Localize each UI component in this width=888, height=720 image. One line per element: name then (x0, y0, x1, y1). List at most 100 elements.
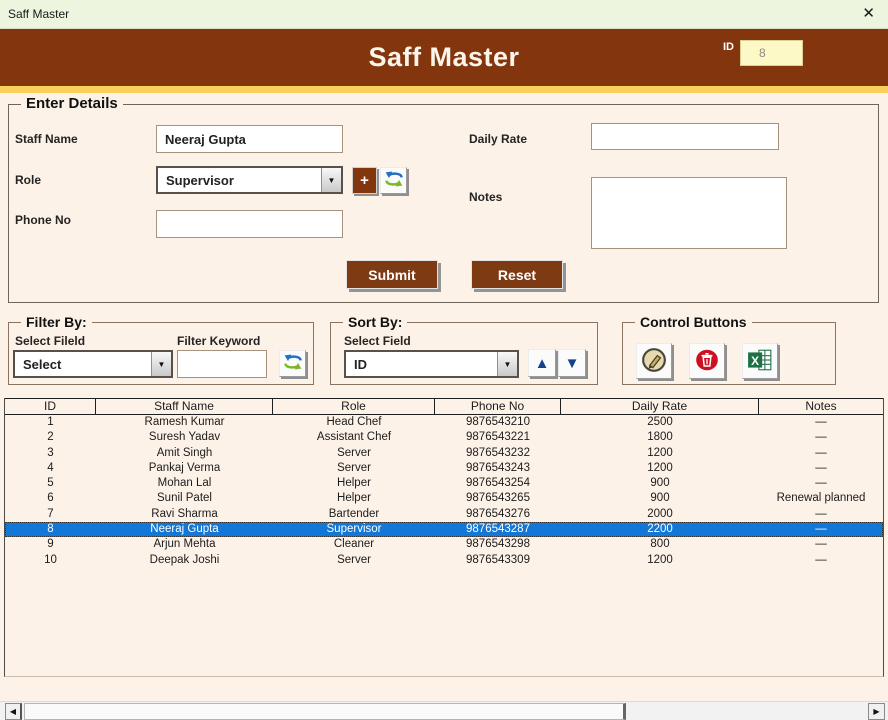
filter-by-legend: Filter By: (21, 314, 92, 330)
table-cell: 9876543243 (435, 461, 561, 476)
table-cell: 1200 (561, 461, 759, 476)
table-cell: 2200 (561, 522, 759, 537)
title-bar: Saff Master ✕ (0, 0, 888, 29)
filter-field-value: Select (15, 352, 151, 376)
column-header: Role (273, 399, 435, 414)
table-cell: 8 (5, 522, 96, 537)
table-cell: Bartender (273, 507, 435, 522)
table-cell: Ravi Sharma (96, 507, 273, 522)
table-cell: 9876543309 (435, 553, 561, 568)
phone-input[interactable] (156, 210, 343, 238)
sync-icon (384, 169, 404, 192)
table-cell: 9876543265 (435, 491, 561, 506)
table-cell: 9876543276 (435, 507, 561, 522)
edit-button[interactable] (636, 343, 672, 379)
table-cell: 9876543287 (435, 522, 561, 537)
delete-button[interactable] (689, 343, 725, 379)
table-cell: 4 (5, 461, 96, 476)
role-label: Role (15, 173, 41, 187)
table-cell: 1800 (561, 430, 759, 445)
phone-label: Phone No (15, 213, 71, 227)
table-cell: 9 (5, 537, 96, 552)
table-row[interactable]: 6Sunil PatelHelper9876543265900Renewal p… (5, 491, 883, 506)
sync-icon (283, 352, 303, 375)
role-selected-value: Supervisor (158, 168, 321, 192)
column-header: Phone No (435, 399, 561, 414)
scroll-right-icon: ▶ (873, 707, 879, 716)
table-cell: 1 (5, 415, 96, 430)
sort-field-label: Select Field (344, 334, 411, 348)
table-cell: Sunil Patel (96, 491, 273, 506)
notes-field[interactable] (591, 177, 787, 249)
column-header: Daily Rate (561, 399, 759, 414)
window-title: Saff Master (8, 7, 69, 21)
scroll-left-icon: ◀ (10, 707, 16, 716)
table-row[interactable]: 2Suresh YadavAssistant Chef9876543221180… (5, 430, 883, 445)
column-header: ID (5, 399, 96, 414)
table-row[interactable]: 4Pankaj VermaServer98765432431200— (5, 461, 883, 476)
table-cell: 1200 (561, 553, 759, 568)
scroll-left-button[interactable]: ◀ (5, 703, 22, 720)
sort-field-select[interactable]: ID ▼ (344, 350, 519, 378)
control-buttons-legend: Control Buttons (635, 314, 752, 330)
table-cell: Assistant Chef (273, 430, 435, 445)
id-label: ID (723, 41, 734, 53)
submit-button[interactable]: Submit (346, 260, 438, 289)
table-cell: Mohan Lal (96, 476, 273, 491)
id-field[interactable] (740, 40, 803, 66)
table-cell: Cleaner (273, 537, 435, 552)
chevron-down-icon[interactable]: ▼ (497, 352, 517, 376)
daily-rate-input[interactable] (591, 123, 779, 150)
table-row[interactable]: 8Neeraj GuptaSupervisor98765432872200— (5, 522, 883, 537)
column-header: Notes (759, 399, 883, 414)
table-row[interactable]: 10Deepak JoshiServer98765433091200— (5, 553, 883, 568)
table-row[interactable]: 5Mohan LalHelper9876543254900— (5, 476, 883, 491)
filter-field-select[interactable]: Select ▼ (13, 350, 173, 378)
close-icon[interactable]: ✕ (862, 5, 875, 23)
apply-filter-button[interactable] (279, 350, 306, 377)
table-cell: 900 (561, 491, 759, 506)
table-cell: Renewal planned (759, 491, 883, 506)
pencil-icon (641, 347, 667, 376)
add-role-button[interactable]: + (352, 167, 377, 194)
sort-descending-button[interactable]: ▼ (558, 349, 586, 377)
refresh-roles-button[interactable] (380, 167, 407, 194)
table-cell: 9876543210 (435, 415, 561, 430)
table-cell: — (759, 461, 883, 476)
table-cell: — (759, 430, 883, 445)
table-cell: 2 (5, 430, 96, 445)
table-cell: — (759, 537, 883, 552)
table-cell: Supervisor (273, 522, 435, 537)
table-row[interactable]: 9Arjun MehtaCleaner9876543298800— (5, 537, 883, 552)
table-cell: 9876543232 (435, 446, 561, 461)
sort-ascending-button[interactable]: ▲ (528, 349, 556, 377)
table-row[interactable]: 3Amit SinghServer98765432321200— (5, 446, 883, 461)
table-cell: — (759, 446, 883, 461)
staff-name-input[interactable] (156, 125, 343, 153)
horizontal-scrollbar[interactable]: ◀ ▶ (0, 701, 888, 720)
scroll-right-button[interactable]: ▶ (868, 703, 885, 720)
chevron-down-icon[interactable]: ▼ (151, 352, 171, 376)
column-header: Staff Name (96, 399, 273, 414)
daily-rate-label: Daily Rate (469, 132, 527, 146)
staff-name-label: Staff Name (15, 132, 78, 146)
filter-by-group: Filter By: Select Fileld Filter Keyword … (8, 322, 314, 385)
table-cell: — (759, 476, 883, 491)
enter-details-group: Enter Details Staff Name Role Supervisor… (8, 104, 879, 303)
table-cell: Neeraj Gupta (96, 522, 273, 537)
table-row[interactable]: 1Ramesh KumarHead Chef98765432102500— (5, 415, 883, 430)
export-excel-button[interactable]: X (742, 343, 778, 379)
scrollbar-thumb[interactable] (24, 703, 626, 720)
table-cell: 5 (5, 476, 96, 491)
role-select[interactable]: Supervisor ▼ (156, 166, 343, 194)
table-cell: 6 (5, 491, 96, 506)
table-header: IDStaff NameRolePhone NoDaily RateNotes (5, 398, 883, 415)
filter-keyword-input[interactable] (177, 350, 267, 378)
table-row[interactable]: 7Ravi SharmaBartender98765432762000— (5, 507, 883, 522)
table-cell: 2000 (561, 507, 759, 522)
filter-keyword-label: Filter Keyword (177, 334, 260, 348)
reset-button[interactable]: Reset (471, 260, 563, 289)
chevron-down-icon[interactable]: ▼ (321, 168, 341, 192)
table-cell: Ramesh Kumar (96, 415, 273, 430)
table-cell: — (759, 522, 883, 537)
